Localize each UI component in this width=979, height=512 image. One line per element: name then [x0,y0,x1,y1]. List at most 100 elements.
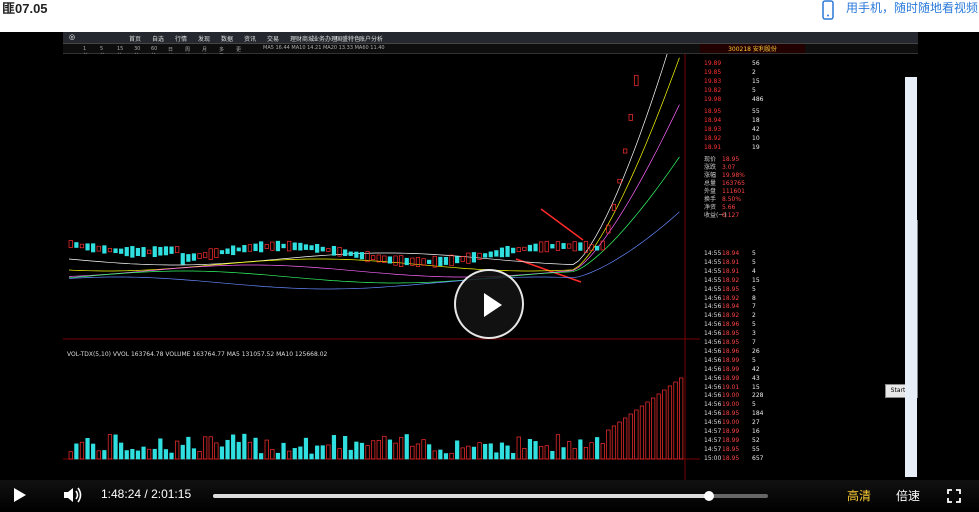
side-toolbar[interactable] [905,77,917,477]
volume-bar [163,449,169,460]
volume-bar [550,450,555,460]
ask-row: 19.85 2 [704,69,756,76]
menu-item[interactable]: 自选 [152,34,164,43]
candle [320,246,325,252]
volume-bar [119,442,124,460]
menu-item[interactable]: 交易 [267,34,279,43]
candle [91,243,96,253]
candle [158,247,163,256]
volume-bar [102,450,107,460]
center-play-button[interactable] [454,269,524,339]
trade-row: 14:5619.01 15 [704,383,760,391]
menu-item[interactable]: 业务办理 [313,34,337,43]
volume-bar [259,453,264,460]
trade-row: 14:5618.99 5 [704,356,756,364]
stock-name: 安利股份 [752,46,777,53]
total-time: 2:01:15 [151,487,192,501]
trade-row: 14:5618.96 26 [704,347,760,355]
candle [275,240,281,252]
trade-row: 14:5618.94 7 [704,303,756,311]
volume-bar [511,453,516,460]
volume-bar [309,453,314,460]
candle [438,256,443,266]
volume-bar [124,450,129,460]
candle [331,246,337,256]
candle [494,250,499,257]
candle [511,247,516,254]
candle [561,243,566,249]
page-title: 匪07.05 [2,1,48,16]
bid-row: 18.93 42 [704,126,760,133]
player-controls: 1:48:24 / 2:01:15 高清 倍速 [0,480,979,512]
volume-bar [320,445,325,460]
trade-row: 14:5618.99 43 [704,374,760,382]
trade-row: 14:5718.99 52 [704,436,760,444]
volume-bar [113,434,118,460]
time-separator: / [144,487,148,501]
stat-row: 收益(一)0.127 [704,212,740,219]
speed-button[interactable]: 倍速 [896,487,920,504]
candle [281,243,286,249]
volume-bar [483,443,488,460]
candle [354,251,359,258]
volume-bar [359,442,365,460]
volume-bar [186,436,191,460]
trade-row: 14:5718.95 55 [704,445,760,453]
menu-item[interactable]: 账户分析 [359,34,383,43]
trade-row: 14:5618.92 8 [704,294,756,302]
phone-icon[interactable] [820,0,836,20]
ask-row: 19.82 5 [704,87,756,94]
volume-bar [231,434,236,460]
candle [119,248,124,254]
volume-bar [225,439,230,460]
volume-bar [130,448,135,460]
trade-row: 14:5518.91 5 [704,258,756,266]
menu-item[interactable]: 数据 [221,34,233,43]
menu-item[interactable]: 行情 [175,34,187,43]
bid-row: 18.94 18 [704,117,760,124]
trade-row: 14:5619.00 27 [704,419,760,427]
bid-row: 18.91 19 [704,144,760,151]
volume-bar [242,433,247,460]
volume-bar [533,441,538,460]
volume-bar [471,446,477,460]
video-player[interactable]: ◎ 首页自选行情发现数据资讯交易理财商城业务办理国盛特色账户分析 1分钟5分钟1… [0,32,979,512]
candle [259,241,264,253]
candle [231,245,236,256]
chart-legend: MA5 16.44 MA10 14.21 MA20 13.33 MA60 11.… [263,45,385,51]
menu-item[interactable]: 资讯 [244,34,256,43]
volume-icon[interactable] [62,485,84,505]
candle [315,244,320,253]
candle [298,242,303,251]
candle [359,252,365,260]
menu-item[interactable]: 发现 [198,34,210,43]
candle [219,250,225,255]
play-icon[interactable] [14,488,26,502]
volume-bar [236,441,241,460]
current-time: 1:48:24 [101,487,142,501]
trade-row: 14:5619.00 5 [704,401,756,409]
drawing-tools-popup[interactable]: × [917,220,918,398]
candle [348,251,353,256]
volume-bar [91,443,96,460]
candle [595,245,600,251]
candle [443,256,449,265]
candle [505,245,510,257]
trade-row: 15:0018.95 657 [704,454,764,462]
play-icon [484,293,502,317]
menu-item[interactable]: 理财商城 [290,34,314,43]
candle [471,252,477,263]
candle [578,242,583,251]
volume-bar [494,452,499,460]
quality-button[interactable]: 高清 [847,487,871,504]
progress-thumb[interactable] [704,491,715,501]
mobile-watch-link[interactable]: 用手机，随时随地看视频 [846,0,978,16]
ask-row: 19.83 15 [704,78,760,85]
menu-item[interactable]: 国盛特色 [336,34,360,43]
bid-row: 18.92 10 [704,135,760,142]
progress-bar[interactable] [213,491,768,501]
fullscreen-icon[interactable] [947,489,961,503]
candle [527,244,533,252]
volume-bar [253,437,258,460]
menu-item[interactable]: 首页 [129,34,141,43]
